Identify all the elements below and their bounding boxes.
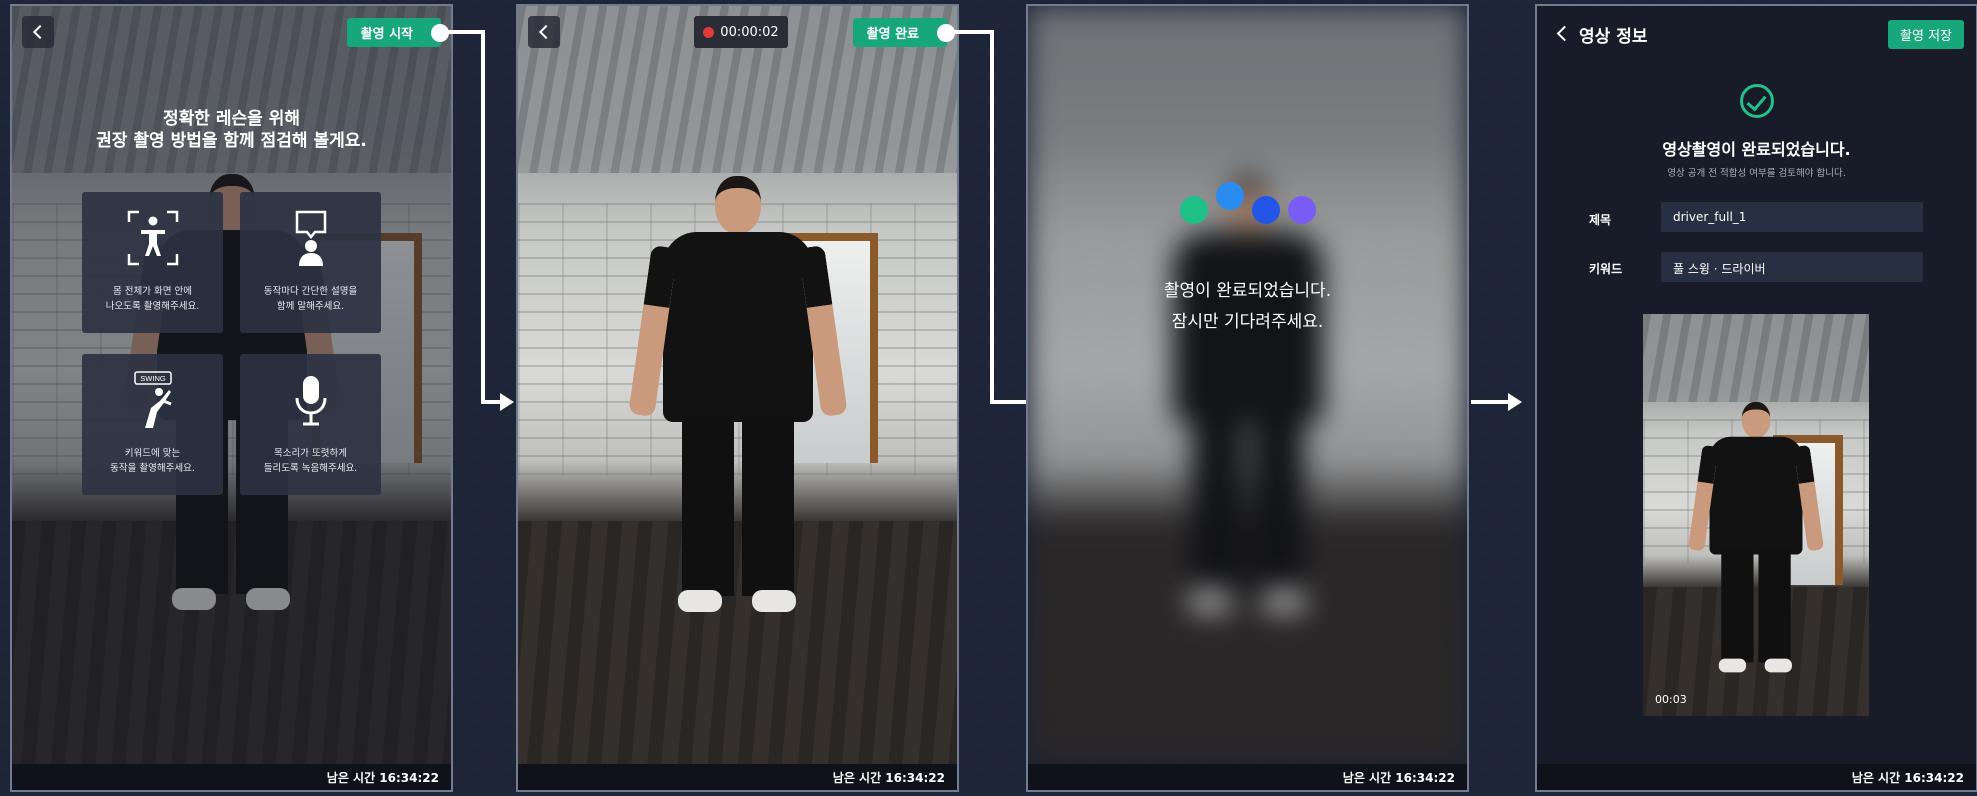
swing-badge: SWING	[140, 374, 166, 383]
remaining-time-bar: 남은 시간 16:34:22	[1537, 764, 1976, 790]
remaining-time: 남은 시간 16:34:22	[1342, 770, 1455, 785]
guide-title: 정확한 레슨을 위해 권장 촬영 방법을 함께 점검해 볼게요.	[12, 108, 451, 152]
loading-line-1: 촬영이 완료되었습니다.	[1163, 281, 1332, 301]
guide-card-full-body: 몸 전체가 화면 안에 나오도록 촬영해주세요.	[82, 192, 223, 333]
chevron-left-icon	[32, 24, 48, 40]
golf-swing-icon: SWING	[133, 371, 172, 428]
loading-indicator	[1028, 180, 1467, 230]
record-start-label: 촬영 시작	[360, 27, 413, 42]
chevron-left-icon[interactable]	[1556, 25, 1573, 42]
record-done-button[interactable]: 촬영 완료	[852, 18, 955, 47]
timer-value: 00:00:02	[720, 24, 779, 40]
back-button[interactable]	[528, 16, 560, 48]
panel-recording-guide: 촬영 시작 정확한 레슨을 위해 권장 촬영 방법을 함께 점검해 볼게요. 몸…	[10, 4, 453, 792]
video-duration: 00:03	[1655, 693, 1687, 706]
guide-card-keyword: SWING 키워드에 맞는 동작을 촬영해주세요.	[82, 354, 223, 495]
guide-card-voice: 목소리가 또렷하게 들리도록 녹음해주세요.	[240, 354, 381, 495]
remaining-time: 남은 시간 16:34:22	[1851, 770, 1964, 785]
remaining-time-bar: 남은 시간 16:34:22	[518, 764, 957, 790]
arrow-icon	[1508, 393, 1522, 411]
card-text-line: 들리도록 녹음해주세요.	[263, 463, 358, 474]
card-text-line: 함께 말해주세요.	[276, 301, 345, 312]
keyword-label: 키워드	[1589, 262, 1623, 276]
record-done-label: 촬영 완료	[866, 27, 919, 42]
completion-title: 영상촬영이 완료되었습니다.	[1662, 140, 1851, 159]
check-circle-icon	[1739, 84, 1774, 118]
panel-video-info: 영상 정보 촬영 저장 영상촬영이 완료되었습니다. 영상 공개 전 적합성 여…	[1535, 4, 1977, 792]
card-text-line: 동작마다 간단한 설명을	[263, 286, 358, 297]
guide-card-explain: 동작마다 간단한 설명을 함께 말해주세요.	[240, 192, 381, 333]
loader-dot	[1216, 182, 1244, 210]
video-info-header: 영상 정보 촬영 저장	[1553, 20, 1964, 49]
speech-person-icon	[295, 210, 326, 266]
completion-subtitle: 영상 공개 전 적합성 여부를 검토해야 합니다.	[1667, 168, 1846, 179]
back-button[interactable]	[22, 16, 54, 48]
remaining-time: 남은 시간 16:34:22	[832, 770, 945, 785]
panel-processing: 촬영이 완료되었습니다. 잠시만 기다려주세요. 남은 시간 16:34:22	[1026, 4, 1469, 792]
loading-line-2: 잠시만 기다려주세요.	[1171, 312, 1324, 332]
camera-preview	[518, 6, 957, 764]
title-label: 제목	[1589, 213, 1612, 227]
card-text-line: 나오도록 촬영해주세요.	[105, 301, 200, 312]
record-start-button[interactable]: 촬영 시작	[346, 18, 449, 47]
guide-line-2: 권장 촬영 방법을 함께 점검해 볼게요.	[96, 131, 367, 151]
loading-message: 촬영이 완료되었습니다. 잠시만 기다려주세요.	[1028, 276, 1467, 338]
loader-dot	[1180, 196, 1208, 224]
save-recording-button[interactable]: 촬영 저장	[1888, 20, 1964, 49]
video-thumbnail[interactable]: 00:03	[1643, 314, 1869, 716]
remaining-time-bar: 남은 시간 16:34:22	[12, 764, 451, 790]
card-text-line: 목소리가 또렷하게	[274, 448, 347, 459]
card-text-line: 동작을 촬영해주세요.	[110, 463, 195, 474]
card-text-line: 키워드에 맞는	[124, 448, 181, 459]
record-dot-icon	[703, 26, 715, 38]
loader-dot	[1288, 196, 1316, 224]
page-title: 영상 정보	[1579, 27, 1648, 47]
microphone-icon	[295, 376, 326, 426]
loader-dot	[1252, 196, 1280, 224]
title-field[interactable]: driver_full_1	[1661, 202, 1923, 232]
remaining-time: 남은 시간 16:34:22	[326, 770, 439, 785]
chevron-left-icon	[538, 24, 554, 40]
remaining-time-bar: 남은 시간 16:34:22	[1028, 764, 1467, 790]
recording-timer: 00:00:02	[694, 16, 788, 48]
panel-recording: 00:00:02 촬영 완료 남은 시간 16:34:22	[516, 4, 959, 792]
guide-line-1: 정확한 레슨을 위해	[163, 109, 300, 129]
card-text-line: 몸 전체가 화면 안에	[113, 286, 192, 297]
keyword-field[interactable]: 풀 스윙 · 드라이버	[1661, 252, 1923, 282]
full-body-frame-icon	[127, 210, 178, 266]
arrow-icon	[500, 393, 514, 411]
